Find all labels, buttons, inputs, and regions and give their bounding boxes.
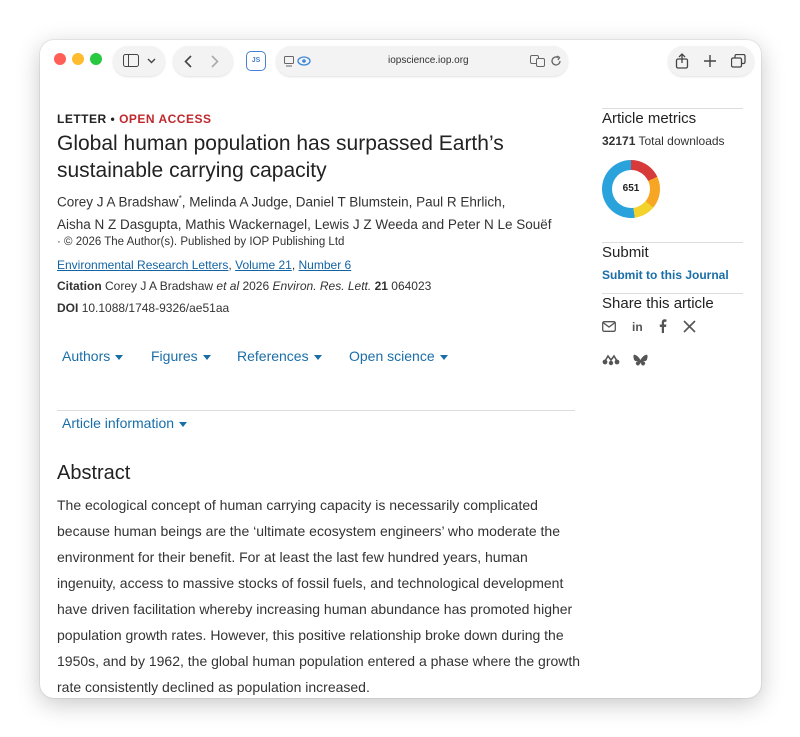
tab-open-science[interactable]: Open science bbox=[349, 348, 448, 364]
caret-down-icon bbox=[179, 421, 188, 427]
tab-figures[interactable]: Figures bbox=[151, 348, 211, 364]
sidebar-divider bbox=[602, 108, 743, 109]
reader-icon[interactable] bbox=[284, 56, 294, 67]
abstract-text: The ecological concept of human carrying… bbox=[57, 497, 581, 695]
journal-separator-2: , bbox=[291, 258, 296, 272]
author-list: Corey J A Bradshaw*, Melinda A Judge, Da… bbox=[57, 188, 579, 236]
minimize-window-button[interactable] bbox=[72, 53, 84, 65]
nav-buttons bbox=[173, 46, 233, 76]
tab-references[interactable]: References bbox=[237, 348, 322, 364]
downloads-label: Total downloads bbox=[638, 134, 725, 148]
sidebar-icon bbox=[123, 54, 139, 67]
x-twitter-icon[interactable] bbox=[683, 320, 696, 333]
tab-authors-label: Authors bbox=[62, 348, 111, 364]
email-icon[interactable] bbox=[602, 321, 616, 332]
citation-id: 064023 bbox=[391, 279, 432, 293]
citation-volume: 21 bbox=[374, 279, 388, 293]
citation-authors: Corey J A Bradshaw bbox=[105, 279, 214, 293]
chevron-down-icon bbox=[147, 58, 156, 64]
section-divider bbox=[57, 410, 575, 411]
submit-link[interactable]: Submit to this Journal bbox=[602, 268, 743, 282]
metrics-heading: Article metrics bbox=[602, 110, 697, 127]
copyright-line: · © 2026 The Author(s). Published by IOP… bbox=[57, 236, 345, 248]
article-information-label: Article information bbox=[62, 415, 175, 431]
citation-year: 2026 bbox=[242, 279, 270, 293]
tab-authors[interactable]: Authors bbox=[62, 348, 124, 364]
new-tab-icon[interactable] bbox=[704, 55, 716, 67]
abstract-heading: Abstract bbox=[57, 462, 131, 484]
citation-label: Citation bbox=[57, 279, 102, 293]
share-heading: Share this article bbox=[602, 295, 714, 312]
caret-down-icon bbox=[313, 354, 322, 360]
browser-toolbar: JS iopscience.iop.org bbox=[40, 40, 761, 82]
tab-references-label: References bbox=[237, 348, 309, 364]
browser-window: JS iopscience.iop.org LETTER • OPEN ACCE… bbox=[40, 40, 761, 698]
sidebar-divider bbox=[602, 293, 743, 294]
first-author-link[interactable]: Corey J A Bradshaw bbox=[57, 195, 179, 210]
author-list-line1[interactable]: , Melinda A Judge, Daniel T Blumstein, P… bbox=[182, 195, 506, 210]
reload-icon[interactable] bbox=[550, 55, 562, 67]
tab-open-science-label: Open science bbox=[349, 348, 435, 364]
journal-links: Environmental Research Letters, Volume 2… bbox=[57, 258, 351, 272]
citation-etal: et al bbox=[216, 279, 240, 293]
tab-overview-icon[interactable] bbox=[731, 54, 746, 68]
doi-line: DOI 10.1088/1748-9326/ae51aa bbox=[57, 301, 229, 315]
js-extension-icon[interactable]: JS bbox=[246, 51, 266, 71]
close-window-button[interactable] bbox=[54, 53, 66, 65]
open-access-label: OPEN ACCESS bbox=[119, 112, 212, 126]
downloads-count: 32171 bbox=[602, 134, 636, 148]
forward-icon[interactable] bbox=[211, 55, 219, 68]
tab-figures-label: Figures bbox=[151, 348, 198, 364]
citation-journal: Environ. Res. Lett. bbox=[272, 279, 372, 293]
zoom-window-button[interactable] bbox=[90, 53, 102, 65]
doi-value[interactable]: 10.1088/1748-9326/ae51aa bbox=[82, 301, 229, 315]
back-icon[interactable] bbox=[184, 55, 192, 68]
window-actions bbox=[668, 46, 754, 76]
caret-down-icon bbox=[115, 354, 124, 360]
author-list-line2[interactable]: Aisha N Z Dasgupta, Mathis Wackernagel, … bbox=[57, 217, 552, 232]
citation-line: Citation Corey J A Bradshaw et al 2026 E… bbox=[57, 279, 431, 293]
caret-down-icon bbox=[202, 354, 211, 360]
sidebar-toggle-button[interactable] bbox=[113, 46, 165, 76]
article-information-toggle[interactable]: Article information bbox=[62, 415, 188, 431]
mendeley-icon[interactable] bbox=[602, 354, 620, 366]
caret-down-icon bbox=[439, 354, 448, 360]
translate-icon[interactable] bbox=[530, 55, 546, 67]
share-icon[interactable] bbox=[675, 53, 689, 69]
facebook-icon[interactable] bbox=[659, 319, 667, 333]
altmetric-badge[interactable]: 651 bbox=[602, 160, 660, 218]
number-link[interactable]: Number 6 bbox=[299, 258, 352, 272]
volume-link[interactable]: Volume 21 bbox=[235, 258, 292, 272]
journal-link[interactable]: Environmental Research Letters bbox=[57, 258, 228, 272]
altmetric-score: 651 bbox=[612, 170, 650, 208]
article-title: Global human population has surpassed Ea… bbox=[57, 132, 504, 182]
article-kicker: LETTER • OPEN ACCESS bbox=[57, 112, 211, 126]
url-text: iopscience.iop.org bbox=[388, 55, 469, 66]
address-bar[interactable]: iopscience.iop.org bbox=[276, 46, 568, 76]
bluesky-icon[interactable] bbox=[633, 354, 648, 367]
submit-heading: Submit bbox=[602, 244, 649, 261]
doi-label: DOI bbox=[57, 301, 79, 315]
linkedin-icon[interactable]: in bbox=[632, 320, 643, 334]
journal-separator-1: , bbox=[228, 258, 232, 272]
privacy-eye-icon[interactable] bbox=[297, 56, 311, 66]
article-type: LETTER bbox=[57, 112, 107, 126]
sidebar-divider bbox=[602, 242, 743, 243]
downloads-line: 32171 Total downloads bbox=[602, 134, 743, 148]
kicker-separator: • bbox=[110, 112, 116, 126]
